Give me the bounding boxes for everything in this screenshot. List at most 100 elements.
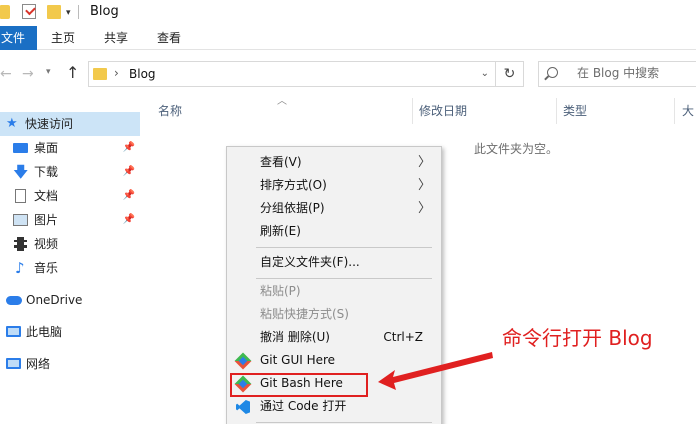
column-header-size[interactable]: 大: [682, 98, 696, 124]
menu-item-label: 粘贴(P): [260, 284, 301, 298]
network-icon: [6, 358, 21, 369]
sidebar-item-label: 音乐: [34, 261, 59, 275]
annotation-text: 命令行打开 Blog: [502, 326, 653, 350]
search-input[interactable]: [577, 66, 695, 80]
sidebar-item-label: 快速访问: [25, 117, 74, 131]
pin-icon[interactable]: 📌: [123, 208, 135, 232]
tab-file[interactable]: 文件: [0, 26, 37, 50]
menu-item-group-by[interactable]: 分组依据(P) 〉: [227, 197, 441, 220]
sidebar-item-label: 此电脑: [26, 325, 63, 339]
refresh-button[interactable]: ↻: [496, 61, 524, 87]
sidebar-item-documents[interactable]: 文档 📌: [0, 184, 140, 208]
sidebar-item-label: 视频: [34, 237, 59, 251]
sidebar-item-label: OneDrive: [26, 293, 83, 307]
sidebar-item-desktop[interactable]: 桌面 📌: [0, 136, 140, 160]
column-separator[interactable]: [412, 98, 413, 124]
menu-separator: [256, 247, 432, 248]
tab-view[interactable]: 查看: [157, 26, 181, 50]
menu-item-undo-delete[interactable]: 撤消 删除(U) Ctrl+Z: [227, 326, 441, 349]
menu-item-label: 刷新(E): [260, 224, 301, 238]
sidebar-item-label: 桌面: [34, 141, 59, 155]
menu-separator: [256, 422, 432, 423]
chevron-right-icon: 〉: [417, 178, 431, 193]
column-header-type[interactable]: 类型: [563, 98, 587, 124]
column-header-name[interactable]: 名称: [158, 98, 182, 124]
picture-icon: [13, 214, 28, 226]
sidebar-item-downloads[interactable]: 🡇 下载 📌: [0, 160, 140, 184]
sidebar-item-label: 网络: [26, 357, 51, 371]
sidebar-item-music[interactable]: ♪ 音乐: [0, 256, 140, 280]
menu-item-label: 分组依据(P): [260, 201, 325, 215]
sidebar-item-videos[interactable]: 视频: [0, 232, 140, 256]
tab-home[interactable]: 主页: [51, 26, 75, 50]
column-separator[interactable]: [556, 98, 557, 124]
sidebar-item-pictures[interactable]: 图片 📌: [0, 208, 140, 232]
star-icon: ★: [6, 116, 18, 131]
pin-icon[interactable]: 📌: [123, 184, 135, 208]
title-bar: ▾ Blog: [0, 0, 696, 26]
menu-item-label: Git GUI Here: [260, 353, 336, 367]
desktop-icon: [13, 143, 28, 153]
back-arrow-icon[interactable]: ←: [0, 66, 12, 82]
pin-icon[interactable]: 📌: [123, 136, 135, 160]
new-folder-icon[interactable]: [47, 5, 61, 19]
navigation-bar: ← → ▾ ↑ › Blog ⌄ ↻: [0, 50, 696, 98]
sidebar-item-this-pc[interactable]: 此电脑: [0, 320, 140, 344]
up-arrow-icon[interactable]: ↑: [66, 63, 79, 82]
menu-item-open-with-code[interactable]: 通过 Code 打开: [227, 395, 441, 418]
computer-icon: [6, 326, 21, 337]
annotation-highlight-box: [230, 373, 368, 397]
address-bar[interactable]: › Blog ⌄: [88, 61, 496, 87]
menu-item-customize-folder[interactable]: 自定义文件夹(F)...: [227, 251, 441, 274]
window-title: Blog: [90, 4, 119, 19]
tab-share[interactable]: 共享: [104, 26, 128, 50]
folder-icon: [93, 68, 107, 80]
chevron-right-icon: 〉: [417, 201, 431, 216]
music-icon: ♪: [15, 259, 25, 277]
address-path[interactable]: Blog: [129, 67, 156, 81]
ribbon-tabs: 文件 主页 共享 查看: [0, 26, 696, 50]
forward-arrow-icon[interactable]: →: [22, 66, 34, 82]
sidebar-item-quick-access[interactable]: ★ 快速访问: [0, 112, 140, 136]
menu-item-git-gui-here[interactable]: Git GUI Here: [227, 349, 441, 372]
menu-item-label: 排序方式(O): [260, 178, 327, 192]
recent-locations-dropdown-icon[interactable]: ▾: [46, 67, 51, 77]
video-icon: [14, 237, 27, 251]
document-icon: [15, 189, 26, 203]
menu-item-label: 自定义文件夹(F)...: [260, 255, 360, 269]
menu-item-view[interactable]: 查看(V) 〉: [227, 151, 441, 174]
empty-folder-message: 此文件夹为空。: [474, 142, 559, 156]
sort-ascending-icon: ︿: [277, 96, 287, 107]
refresh-icon: ↻: [503, 66, 516, 82]
sidebar-item-network[interactable]: 网络: [0, 352, 140, 376]
search-icon: [547, 67, 558, 78]
git-icon: [234, 352, 252, 370]
title-separator: [78, 5, 79, 19]
menu-item-label: 查看(V): [260, 155, 302, 169]
chevron-down-icon[interactable]: ⌄: [481, 68, 489, 79]
quick-access-toolbar-dropdown-icon[interactable]: ▾: [66, 8, 71, 18]
download-icon: 🡇: [13, 163, 29, 181]
menu-item-sort-by[interactable]: 排序方式(O) 〉: [227, 174, 441, 197]
chevron-right-icon: 〉: [417, 155, 431, 170]
sidebar-item-label: 文档: [34, 189, 59, 203]
sidebar-item-label: 下载: [34, 165, 59, 179]
properties-icon[interactable]: [22, 4, 36, 19]
column-header-date-modified[interactable]: 修改日期: [419, 98, 467, 124]
vscode-icon: [236, 400, 250, 414]
menu-item-label: 撤消 删除(U): [260, 330, 330, 344]
menu-item-shortcut: Ctrl+Z: [383, 330, 423, 344]
pin-icon[interactable]: 📌: [123, 160, 135, 184]
menu-item-refresh[interactable]: 刷新(E): [227, 220, 441, 243]
cloud-icon: [6, 296, 22, 305]
navigation-pane: ★ 快速访问 桌面 📌 🡇 下载 📌 文档 📌 图片 📌 视频 ♪ 音乐 One…: [0, 98, 140, 424]
search-box[interactable]: [538, 61, 696, 87]
menu-item-paste-shortcut: 粘贴快捷方式(S): [227, 303, 441, 326]
chevron-right-icon[interactable]: ›: [114, 66, 119, 80]
menu-item-paste: 粘贴(P): [227, 280, 441, 303]
sidebar-item-label: 图片: [34, 213, 59, 227]
sidebar-item-onedrive[interactable]: OneDrive: [0, 288, 140, 312]
column-separator[interactable]: [674, 98, 675, 124]
menu-item-label: 粘贴快捷方式(S): [260, 307, 349, 321]
menu-item-label: 通过 Code 打开: [260, 399, 347, 413]
